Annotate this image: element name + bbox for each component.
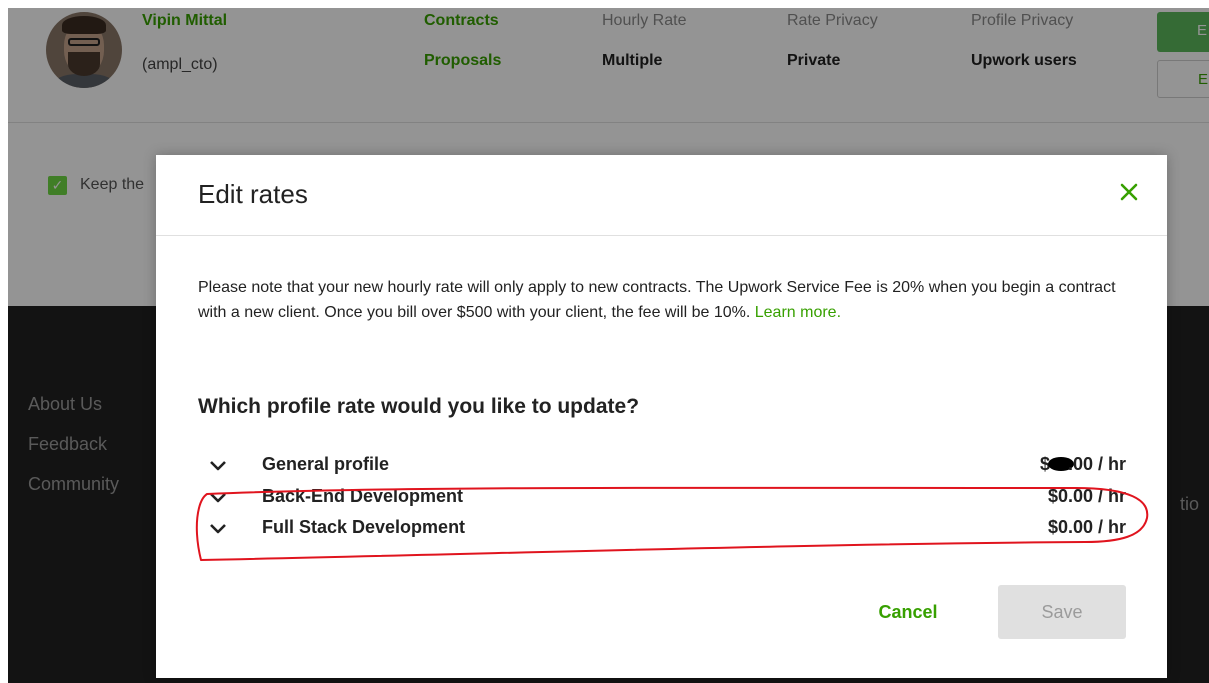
chevron-down-icon[interactable] <box>208 488 228 508</box>
fee-notice-text: Please note that your new hourly rate wi… <box>198 279 1116 321</box>
rate-row-backend[interactable]: Back-End Development $0.00 / hr <box>198 485 1128 511</box>
rate-question: Which profile rate would you like to upd… <box>198 395 640 418</box>
save-button[interactable]: Save <box>998 585 1126 639</box>
rate-label: General profile <box>262 454 390 474</box>
edit-rates-modal: Edit rates Please note that your new hou… <box>156 155 1167 678</box>
rate-label: Full Stack Development <box>262 517 466 537</box>
rate-value: $ .00 / hr <box>1039 454 1126 474</box>
cancel-button[interactable]: Cancel <box>853 585 963 639</box>
rate-row-general[interactable]: General profile $ .00 / hr <box>198 453 1128 479</box>
modal-header: Edit rates <box>156 155 1167 236</box>
close-icon[interactable] <box>1114 177 1144 207</box>
modal-title: Edit rates <box>198 179 308 209</box>
chevron-down-icon[interactable] <box>208 456 228 476</box>
chevron-down-icon[interactable] <box>208 519 228 539</box>
rate-value: $0.00 / hr <box>1047 486 1126 506</box>
rate-label: Back-End Development <box>262 486 464 506</box>
fee-notice: Please note that your new hourly rate wi… <box>198 275 1128 325</box>
learn-more-link[interactable]: Learn more. <box>755 304 841 321</box>
rate-row-fullstack[interactable]: Full Stack Development $0.00 / hr <box>198 516 1128 542</box>
rate-value: $0.00 / hr <box>1047 517 1126 537</box>
